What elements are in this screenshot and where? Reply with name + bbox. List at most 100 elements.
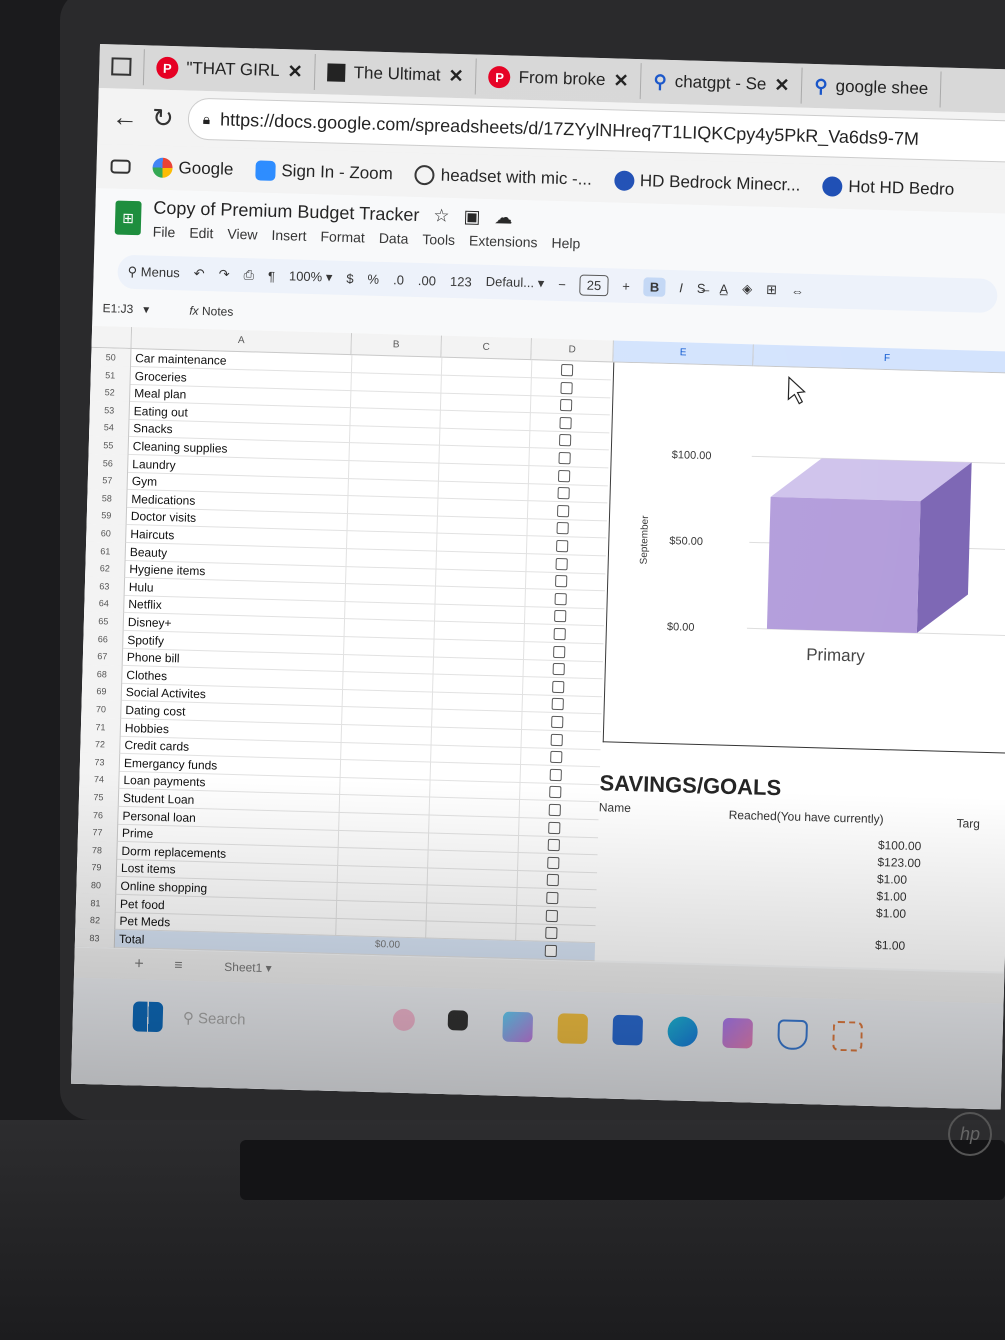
paid-checkbox[interactable] xyxy=(557,469,571,482)
row-number[interactable]: 75 xyxy=(78,787,120,807)
add-sheet-icon[interactable]: + xyxy=(134,955,144,973)
savings-value[interactable]: $1.00 xyxy=(876,906,906,921)
paid-checkbox[interactable] xyxy=(548,803,561,817)
paid-checkbox[interactable] xyxy=(545,926,558,940)
paid-checkbox[interactable] xyxy=(553,627,566,641)
paid-checkbox[interactable] xyxy=(558,451,571,465)
row-number[interactable]: 80 xyxy=(76,875,117,895)
browser-tab-1[interactable]: P "THAT GIRL ✕ xyxy=(143,49,317,91)
sheets-logo-icon[interactable]: ⊞ xyxy=(114,200,142,236)
row-header-corner[interactable] xyxy=(91,325,133,349)
paid-checkbox[interactable] xyxy=(546,874,559,887)
row-number[interactable]: 60 xyxy=(86,523,127,543)
paid-checkbox[interactable] xyxy=(556,522,569,535)
decrease-decimal-button[interactable]: .0 xyxy=(393,272,404,287)
bookmark-headset[interactable]: headset with mic -... xyxy=(414,165,592,190)
paid-checkbox[interactable] xyxy=(544,944,558,957)
undo-icon[interactable]: ↶ xyxy=(194,266,205,282)
task-view-icon[interactable] xyxy=(447,1010,469,1031)
percent-button[interactable]: % xyxy=(367,271,379,286)
menu-help[interactable]: Help xyxy=(551,235,580,252)
paid-checkbox[interactable] xyxy=(552,663,565,676)
row-number[interactable]: 73 xyxy=(79,752,121,772)
paid-checkbox[interactable] xyxy=(558,434,572,447)
paid-checkbox[interactable] xyxy=(556,504,570,518)
row-number[interactable]: 53 xyxy=(89,400,131,420)
paid-checkbox[interactable] xyxy=(560,381,573,394)
font-size-input[interactable]: 25 xyxy=(579,273,609,296)
row-number[interactable]: 78 xyxy=(77,840,118,860)
close-icon[interactable]: ✕ xyxy=(774,74,790,95)
all-sheets-icon[interactable]: ≡ xyxy=(174,956,183,972)
row-number[interactable]: 56 xyxy=(88,453,129,473)
print-icon[interactable]: ⎙ xyxy=(243,267,254,283)
name-box[interactable]: E1:J3 ▾ xyxy=(102,301,149,316)
row-number[interactable]: 72 xyxy=(80,734,121,755)
security-icon[interactable] xyxy=(777,1019,809,1051)
paid-checkbox[interactable] xyxy=(559,416,572,430)
row-number[interactable]: 61 xyxy=(85,541,127,561)
row-number[interactable]: 83 xyxy=(74,928,116,948)
row-number[interactable]: 67 xyxy=(82,646,124,667)
browser-tab-4[interactable]: ⚲ chatgpt - Se ✕ xyxy=(641,63,803,104)
bookmark-zoom[interactable]: Sign In - Zoom xyxy=(255,160,393,184)
edge-icon[interactable] xyxy=(667,1016,699,1048)
browser-tab-3[interactable]: P From broke ✕ xyxy=(476,58,643,100)
taskbar-search[interactable]: ⚲ Search xyxy=(183,1009,246,1029)
font-size-increase-icon[interactable]: + xyxy=(622,278,630,293)
text-color-icon[interactable]: A̲ xyxy=(719,281,728,296)
paid-checkbox[interactable] xyxy=(549,786,562,799)
paid-checkbox[interactable] xyxy=(557,487,570,500)
paid-checkbox[interactable] xyxy=(545,909,559,922)
menu-edit[interactable]: Edit xyxy=(189,225,214,242)
sheet-tab-sheet1[interactable]: Sheet1 ▾ xyxy=(224,960,272,975)
row-number[interactable]: 76 xyxy=(78,805,119,825)
paid-checkbox[interactable] xyxy=(546,891,559,905)
row-number[interactable]: 71 xyxy=(80,717,122,737)
merge-cells-icon[interactable]: ⇔ xyxy=(791,283,804,298)
menus-search[interactable]: ⚲ Menus xyxy=(127,264,180,281)
zoom-select[interactable]: 100% ▾ xyxy=(289,268,333,285)
paid-checkbox[interactable] xyxy=(555,539,569,553)
row-number[interactable]: 64 xyxy=(84,594,125,614)
bookmark-hot-hd[interactable]: Hot HD Bedro xyxy=(822,176,954,200)
row-number[interactable]: 59 xyxy=(86,506,128,526)
borders-icon[interactable]: ⊞ xyxy=(766,282,777,298)
paid-checkbox[interactable] xyxy=(547,839,560,852)
paid-checkbox[interactable] xyxy=(559,399,573,412)
menu-file[interactable]: File xyxy=(153,224,176,241)
row-number[interactable]: 81 xyxy=(75,893,117,913)
copilot-icon[interactable] xyxy=(502,1011,534,1043)
paid-checkbox[interactable] xyxy=(552,680,565,694)
row-number[interactable]: 69 xyxy=(81,682,123,702)
font-select[interactable]: Defaul... ▾ xyxy=(485,274,545,292)
menu-view[interactable]: View xyxy=(227,226,258,243)
browser-tab-2[interactable]: The Ultimat ✕ xyxy=(315,54,478,95)
browser-tab-5[interactable]: ⚲ google shee xyxy=(801,67,942,108)
paid-checkbox[interactable] xyxy=(547,856,560,869)
row-number[interactable]: 65 xyxy=(83,611,125,631)
spreadsheet-grid[interactable]: A B C D E F 50 Car maintenance 51 Groceries… xyxy=(74,325,1005,972)
close-icon[interactable]: ✕ xyxy=(613,70,629,91)
row-number[interactable]: 50 xyxy=(91,347,132,367)
italic-button[interactable]: I xyxy=(679,280,683,295)
currency-button[interactable]: $ xyxy=(346,270,354,285)
windows-start-icon[interactable] xyxy=(132,1001,164,1033)
row-number[interactable]: 63 xyxy=(84,576,126,596)
file-explorer-icon[interactable] xyxy=(557,1013,589,1044)
fill-color-icon[interactable]: ◈ xyxy=(742,281,752,297)
row-number[interactable]: 79 xyxy=(76,858,118,878)
menu-format[interactable]: Format xyxy=(320,228,365,245)
menu-insert[interactable]: Insert xyxy=(271,227,306,244)
paid-checkbox[interactable] xyxy=(551,715,564,729)
bold-button[interactable]: B xyxy=(643,276,666,297)
redo-icon[interactable]: ↷ xyxy=(218,266,229,282)
row-number[interactable]: 55 xyxy=(88,435,130,455)
savings-value[interactable]: $123.00 xyxy=(877,855,921,870)
close-icon[interactable]: ✕ xyxy=(287,61,303,82)
reload-icon[interactable]: ↻ xyxy=(152,102,175,134)
budget-chart[interactable]: $0.00 $50.00 $100.00 September Primary xyxy=(602,362,1005,754)
tab-overview[interactable] xyxy=(98,47,145,86)
formula-input[interactable]: fx Notes xyxy=(189,304,233,319)
paid-checkbox[interactable] xyxy=(549,768,562,781)
